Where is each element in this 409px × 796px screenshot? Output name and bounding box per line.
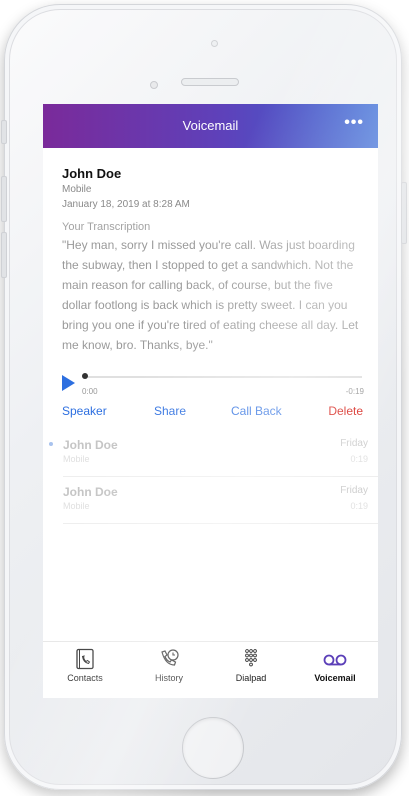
front-camera [150, 81, 158, 89]
play-icon[interactable] [62, 375, 75, 391]
home-button [182, 717, 244, 779]
voicemail-actions: Speaker Share Call Back Delete [43, 404, 378, 424]
tab-label-dialpad: Dialpad [235, 673, 267, 683]
list-item-type: Mobile [63, 454, 90, 464]
volume-up-button [1, 176, 7, 222]
contacts-book-icon [76, 648, 94, 670]
seek-track[interactable] [82, 376, 362, 378]
transcription-label: Your Transcription [62, 221, 151, 233]
elapsed-time: 0:00 [82, 387, 98, 396]
list-item-name: John Doe [63, 485, 118, 499]
earpiece-speaker [181, 78, 239, 86]
unread-dot-icon [49, 442, 53, 446]
remaining-time: -0:19 [345, 387, 364, 396]
list-item[interactable]: John Doe Mobile Friday 0:19 [49, 430, 378, 477]
tab-contacts[interactable]: Contacts [50, 642, 120, 698]
tab-voicemail[interactable]: Voicemail [300, 642, 370, 698]
caller-name: John Doe [62, 166, 122, 181]
tab-label-history: History [154, 673, 183, 683]
tab-bar: Contacts History Dialpad Voicemail [43, 641, 378, 698]
voicemail-list: John Doe Mobile Friday 0:19 John Doe Mob… [43, 430, 378, 524]
more-dots-icon[interactable]: ••• [344, 114, 364, 132]
app-screen: Voicemail ••• John Doe Mobile January 18… [43, 104, 378, 698]
list-item-type: Mobile [63, 501, 90, 511]
caller-phone-type: Mobile [62, 184, 92, 195]
voicemail-icon [323, 654, 347, 666]
tab-label-voicemail: Voicemail [314, 673, 356, 683]
proximity-sensor [211, 40, 218, 47]
list-item-day: Friday [340, 485, 368, 496]
app-header: Voicemail ••• [43, 104, 378, 148]
voicemail-detail: John Doe Mobile January 18, 2019 at 8:28… [62, 166, 362, 355]
tab-label-contacts: Contacts [67, 673, 103, 683]
page-title: Voicemail [182, 118, 239, 133]
tab-dialpad[interactable]: Dialpad [216, 642, 286, 698]
mute-switch [1, 120, 7, 144]
list-item-day: Friday [340, 438, 368, 449]
transcription-text: "Hey man, sorry I missed you're call. Wa… [62, 238, 359, 352]
power-button [401, 182, 407, 244]
audio-player: 0:00 -0:19 [62, 372, 364, 402]
call-back-button[interactable]: Call Back [231, 404, 282, 418]
list-item-duration: 0:19 [350, 501, 368, 511]
volume-down-button [1, 232, 7, 278]
list-item-name: John Doe [63, 438, 118, 452]
list-item-duration: 0:19 [350, 454, 368, 464]
speaker-button[interactable]: Speaker [62, 404, 107, 418]
share-button[interactable]: Share [154, 404, 186, 418]
tab-history[interactable]: History [134, 642, 204, 698]
seek-knob[interactable] [82, 373, 88, 379]
delete-button[interactable]: Delete [328, 404, 363, 418]
list-item[interactable]: John Doe Mobile Friday 0:19 [63, 477, 378, 524]
phone-clock-icon [161, 649, 179, 666]
voicemail-datetime: January 18, 2019 at 8:28 AM [62, 199, 190, 210]
dialpad-icon [245, 649, 257, 667]
